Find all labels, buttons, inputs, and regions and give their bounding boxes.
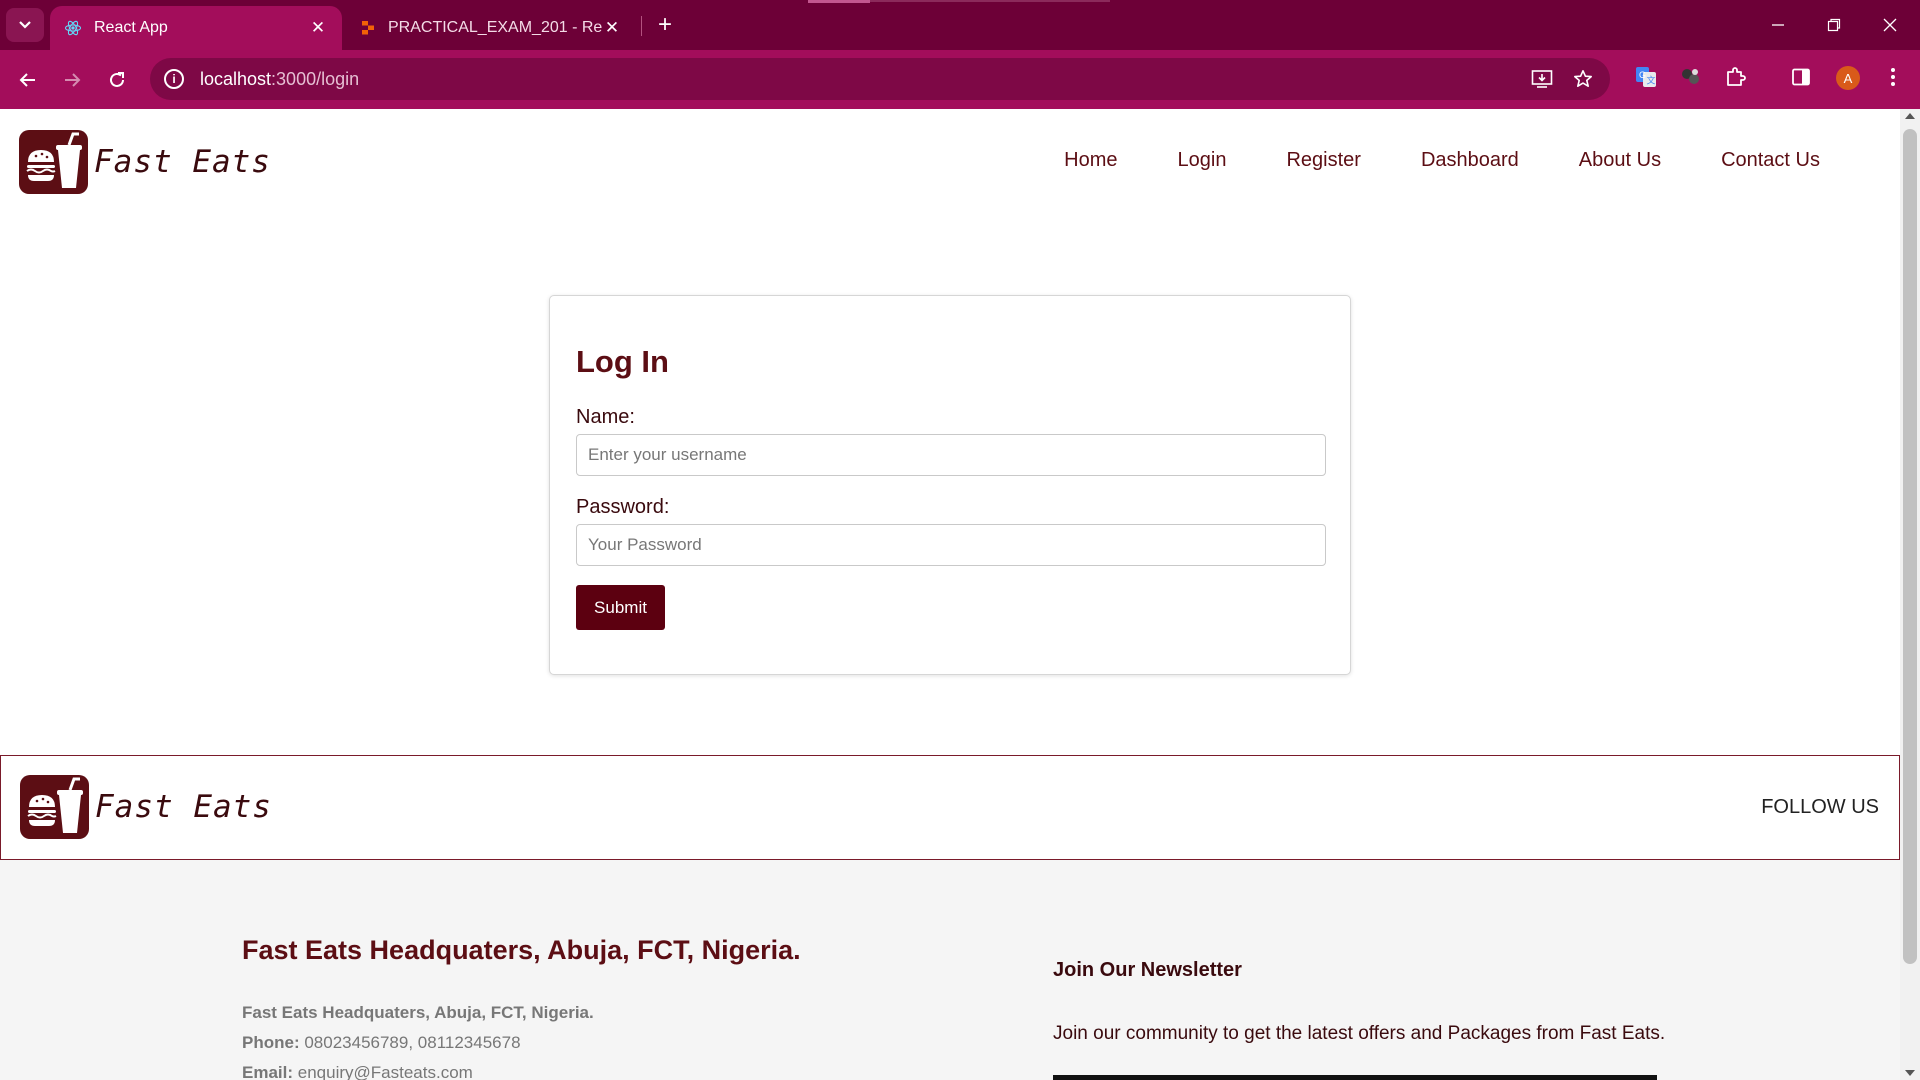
newsletter-title: Join Our Newsletter (1053, 959, 1242, 981)
minimize-button[interactable] (1750, 0, 1806, 50)
close-window-button[interactable] (1862, 0, 1918, 50)
restore-button[interactable] (1806, 0, 1862, 50)
nav-link-about-us[interactable]: About Us (1579, 149, 1661, 172)
tab-strip-accent (870, 0, 1110, 2)
tab-replit[interactable]: PRACTICAL_EXAM_201 - Replit ✕ (346, 6, 636, 50)
tab-title: PRACTICAL_EXAM_201 - Replit (388, 19, 602, 36)
page-scrollbar[interactable] (1900, 109, 1920, 1080)
login-card: Log In Name: Password: Submit (549, 295, 1351, 675)
close-icon (1883, 18, 1897, 32)
address-bar[interactable]: i localhost:3000/login (150, 58, 1610, 100)
profile-avatar[interactable]: A (1836, 66, 1860, 90)
main-nav: Home Login Register Dashboard About Us C… (1064, 149, 1820, 172)
nav-link-login[interactable]: Login (1178, 149, 1227, 172)
reload-icon (110, 72, 124, 87)
newsletter-email-input[interactable] (1053, 1075, 1657, 1080)
minimize-icon (1772, 24, 1784, 26)
footer-logo[interactable]: Fast Eats (20, 775, 272, 839)
svg-text:文: 文 (1647, 75, 1656, 86)
nav-link-home[interactable]: Home (1064, 149, 1117, 172)
side-panel-icon[interactable] (1788, 64, 1814, 90)
phone-value: 08023456789, 08112345678 (304, 1033, 521, 1052)
close-tab-icon[interactable]: ✕ (308, 18, 328, 38)
kebab-menu-icon[interactable] (1880, 64, 1906, 90)
replit-icon (362, 21, 374, 35)
hq-address: Fast Eats Headquaters, Abuja, FCT, Niger… (242, 1003, 594, 1022)
svg-text:G: G (1639, 70, 1646, 80)
password-input[interactable] (576, 524, 1326, 566)
site-info-icon[interactable]: i (164, 69, 184, 89)
tab-group-indicator (808, 0, 870, 3)
site-logo[interactable]: Fast Eats (19, 130, 271, 194)
scroll-down-arrow-icon[interactable] (1905, 1070, 1915, 1076)
hq-email: Email: enquiry@Fasteats.com (242, 1063, 473, 1080)
reload-button[interactable] (101, 64, 133, 96)
bookmark-star-icon[interactable] (1571, 67, 1595, 91)
burger-drink-logo-icon (19, 130, 88, 194)
nav-link-register[interactable]: Register (1286, 149, 1360, 172)
email-value: enquiry@Fasteats.com (297, 1063, 473, 1080)
submit-button[interactable]: Submit (576, 585, 665, 630)
browser-tab-strip: React App ✕ PRACTICAL_EXAM_201 - Replit … (0, 0, 1920, 50)
tab-title: React App (94, 19, 168, 36)
back-button[interactable] (12, 64, 44, 96)
arrow-left-icon (19, 73, 35, 87)
name-label: Name: (576, 406, 635, 428)
follow-us-label: FOLLOW US (1761, 796, 1879, 818)
scroll-up-arrow-icon[interactable] (1905, 113, 1915, 119)
url-text[interactable]: localhost:3000/login (200, 69, 359, 90)
page-viewport: Fast Eats Home Login Register Dashboard … (0, 109, 1900, 1080)
chevron-down-icon (19, 21, 31, 29)
restore-icon (1827, 18, 1841, 32)
translate-extension-icon[interactable]: G文 (1633, 64, 1659, 90)
hq-title: Fast Eats Headquaters, Abuja, FCT, Niger… (242, 935, 801, 965)
browser-toolbar: i localhost:3000/login (0, 50, 1920, 109)
nav-link-contact-us[interactable]: Contact Us (1721, 149, 1820, 172)
tab-react-app[interactable]: React App ✕ (50, 6, 342, 50)
email-label: Email: (242, 1063, 294, 1080)
phone-label: Phone: (242, 1033, 300, 1052)
scrollbar-thumb[interactable] (1903, 129, 1917, 964)
arrow-right-icon (65, 73, 81, 87)
footer-brand-name: Fast Eats (95, 789, 272, 825)
tab-search-button[interactable] (6, 8, 44, 42)
tab-divider (641, 16, 642, 36)
username-input[interactable] (576, 434, 1326, 476)
footer-content: Fast Eats Headquaters, Abuja, FCT, Niger… (0, 860, 1900, 1080)
extension-icon[interactable] (1678, 64, 1704, 90)
login-title: Log In (576, 344, 669, 379)
burger-drink-logo-icon (20, 775, 89, 839)
password-label: Password: (576, 496, 670, 518)
react-icon (64, 20, 82, 36)
footer-bar: Fast Eats FOLLOW US (0, 755, 1900, 860)
url-path: :3000/login (271, 68, 360, 89)
install-app-icon[interactable] (1530, 67, 1554, 91)
site-header: Fast Eats Home Login Register Dashboard … (0, 109, 1900, 215)
hq-phone: Phone: 08023456789, 08112345678 (242, 1033, 521, 1053)
url-host: localhost (200, 68, 272, 89)
puzzle-extensions-icon[interactable] (1723, 64, 1749, 90)
new-tab-button[interactable]: + (650, 10, 680, 40)
nav-link-dashboard[interactable]: Dashboard (1421, 149, 1519, 172)
brand-name: Fast Eats (94, 144, 271, 180)
newsletter-text: Join our community to get the latest off… (1053, 1023, 1666, 1044)
forward-button[interactable] (56, 64, 88, 96)
close-tab-icon[interactable]: ✕ (602, 18, 622, 38)
